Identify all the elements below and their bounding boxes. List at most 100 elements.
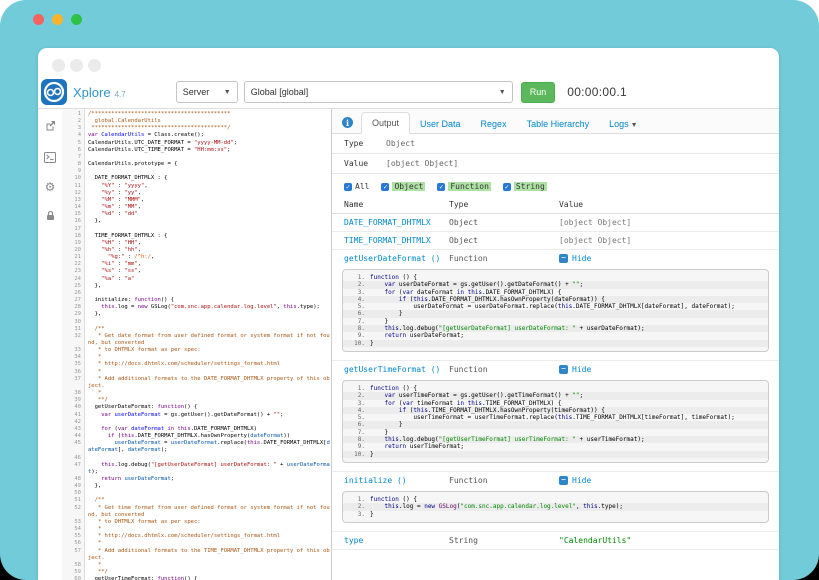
property-name-link[interactable]: DATE_FORMAT_DHTMLX [344,218,431,227]
function-name-link[interactable]: initialize () [344,476,407,485]
source-line-text: } [370,429,388,436]
function-source-block: 1.function () {2. this.log = new GSLog("… [342,491,769,523]
code-line-text: "%g:" : /^h:/, [85,254,331,261]
checkbox-checked-icon[interactable]: ✓ [344,183,352,191]
line-number: 18 [62,233,85,240]
source-line-text: } [370,511,374,518]
tab-logs[interactable]: Logs ▼ [599,114,647,134]
filter-object[interactable]: ✓Object [381,182,425,191]
source-line: 10.} [343,451,768,458]
checkbox-checked-icon[interactable]: ✓ [503,183,511,191]
line-number: 25 [62,283,85,290]
source-line-text: this.log = new GSLog("com.snc.app.calend… [370,503,623,510]
code-line: 41 var userDateFormat = gs.getUser().get… [62,412,331,419]
line-number: 34 [62,354,85,361]
line-number: 10 [62,175,85,182]
source-line: 4. if (this.DATE_FORMAT_DHTMLX.hasOwnPro… [343,296,768,303]
filter-string[interactable]: ✓String [503,182,547,191]
function-name-cell: initialize () [344,476,449,485]
function-action-cell: −Hide [559,476,767,485]
source-line: 3. for (var dateFormat in this.DATE_FORM… [343,289,768,296]
line-number: 3 [62,125,85,132]
source-line-number: 1. [343,274,370,281]
line-number: 19 [62,240,85,247]
checkbox-checked-icon[interactable]: ✓ [437,183,445,191]
code-line-text: for (var dateFormat in this.DATE_FORMAT_… [85,426,331,433]
tab-table-hierarchy[interactable]: Table Hierarchy [517,114,600,134]
function-type-cell: Function [449,365,559,374]
function-source-wrap: 1.function () {2. var userTimeFormat = g… [332,378,779,472]
source-line: 5. userTimeFormat = userTimeFormat.repla… [343,414,768,421]
code-line-text: getUserTimeFormat: function() { [85,576,331,580]
source-line: 7. } [343,429,768,436]
checkbox-checked-icon[interactable]: ✓ [381,183,389,191]
run-button[interactable]: Run [521,82,556,103]
code-line: 7 [62,154,331,161]
property-name-cell: TIME_FORMAT_DHTMLX [344,236,449,245]
line-number: 9 [62,168,85,175]
code-line-text: "%m" : "MM", [85,204,331,211]
code-line-text: initialize: function() { [85,297,331,304]
line-number: 5 [62,140,85,147]
function-name-link[interactable]: getUserTimeFormat () [344,365,440,374]
filter-all[interactable]: ✓All [344,182,369,191]
source-line-number: 10. [343,340,370,347]
minimize-traffic-light[interactable] [52,14,63,25]
code-line: 57 * Add additional formats to the TIME_… [62,548,331,562]
output-body: TypeObjectValue[object Object]✓All✓Objec… [332,134,779,580]
source-line: 8. this.log.debug("[getUserTimeFormat] u… [343,436,768,443]
property-name-cell: DATE_FORMAT_DHTMLX [344,218,449,227]
code-line: 6CalendarUtils.UTC_TIME_FORMAT = "HH:mm:… [62,147,331,154]
code-line-text: "%s" : "ss", [85,268,331,275]
source-line: 9. return userTimeFormat; [343,443,768,450]
server-dropdown[interactable]: Server ▼ [176,81,238,103]
external-link-icon[interactable] [42,117,58,133]
source-line-number: 9. [343,332,370,339]
lock-icon[interactable] [42,207,58,223]
minus-icon: − [559,254,568,263]
tab-regex[interactable]: Regex [471,114,517,134]
source-line-number: 10. [343,451,370,458]
hide-toggle[interactable]: −Hide [559,476,767,485]
hide-toggle[interactable]: −Hide [559,365,767,374]
property-value: "CalendarUtils" [559,536,631,545]
source-line-text: } [370,340,374,347]
code-line: 27 initialize: function() { [62,297,331,304]
source-line-text: function () { [370,496,417,503]
tab-output[interactable]: Output [361,112,410,134]
type-filters: ✓All ✓Object ✓Function ✓String [332,174,779,197]
function-name-link[interactable]: getUserDateFormat () [344,254,440,263]
code-line-text: "%y" : "yy", [85,190,331,197]
tab-user-data[interactable]: User Data [410,114,471,134]
close-traffic-light[interactable] [33,14,44,25]
source-line: 10.} [343,340,768,347]
code-line: 28 this.log = new GSLog("com.snc.app.cal… [62,304,331,311]
source-line-text: userTimeFormat = userTimeFormat.replace(… [370,414,735,421]
source-line: 1.function () { [343,385,768,392]
source-line-number: 8. [343,325,370,332]
gear-icon[interactable]: ⚙ [45,181,56,193]
property-type-cell: Object [449,218,559,227]
info-icon[interactable]: i [342,117,353,128]
property-value-cell: "CalendarUtils" [559,536,767,545]
zoom-traffic-light[interactable] [71,14,82,25]
code-line-text: }, [85,283,331,290]
app-title: Xplore [73,85,111,100]
code-editor[interactable]: 1/**************************************… [62,109,331,580]
code-line: 4var CalendarUtils = Class.create(); [62,132,331,139]
summary-value: Object [386,139,415,148]
code-line: 8CalendarUtils.prototype = { [62,161,331,168]
property-name-link[interactable]: TIME_FORMAT_DHTMLX [344,236,431,245]
code-line-text: this.log = new GSLog("com.snc.app.calend… [85,304,331,311]
terminal-icon[interactable] [42,149,58,165]
source-line-text: return userTimeFormat; [370,443,464,450]
code-line-text: * Get date format from user defined form… [85,333,331,347]
code-line: 42 [62,419,331,426]
scope-select[interactable]: Global [global] ▼ [244,81,513,103]
chevron-down-icon: ▼ [499,89,506,96]
code-line: 18 TIME_FORMAT_DHTMLX : { [62,233,331,240]
filter-function[interactable]: ✓Function [437,182,491,191]
property-name-link[interactable]: type [344,536,363,545]
table-row: DATE_FORMAT_DHTMLXObject[object Object] [332,214,779,232]
hide-toggle[interactable]: −Hide [559,254,767,263]
